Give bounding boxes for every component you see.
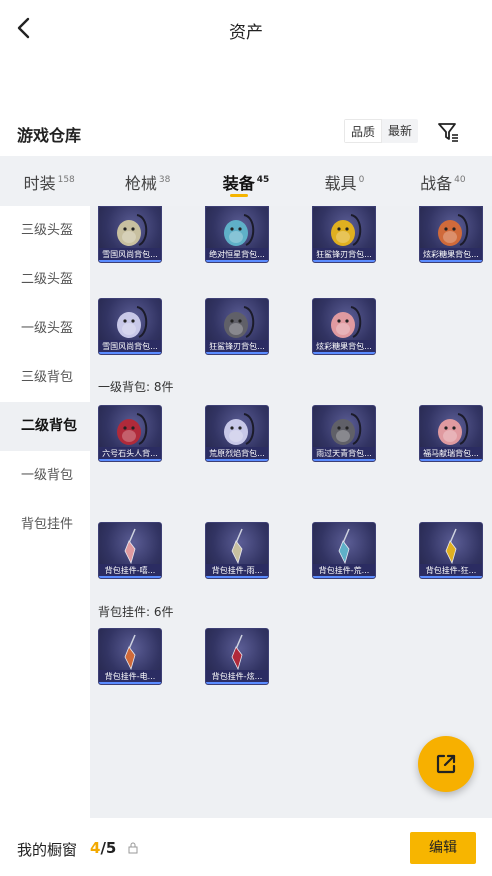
item-card-label: 炫彩糖果背包... — [420, 248, 482, 262]
item-card-label: 雨过天青背包... — [313, 447, 375, 461]
item-card-label: 福马献瑞背包... — [420, 447, 482, 461]
tab-firearms-count: 38 — [158, 175, 171, 185]
showcase-current: 4 — [90, 839, 101, 857]
tab-fashion-count: 158 — [57, 175, 75, 185]
sidebar-item-level2-backpack[interactable]: 二级背包 — [0, 402, 90, 451]
assets-page: 资产 游戏仓库 品质 最新 时装 158 枪械 38 装备 45 载具 0 战备 40 三… — [0, 0, 492, 876]
showcase-label: 我的橱窗 — [17, 841, 78, 859]
backpack-icon — [224, 306, 255, 338]
share-button[interactable] — [418, 736, 474, 792]
showcase-count: 4/5 — [90, 839, 116, 857]
item-card[interactable]: 炫彩糖果背包... — [312, 298, 376, 355]
item-card-label: 背包挂件-狂... — [420, 564, 482, 578]
item-card[interactable]: 雪国风尚背包... — [98, 206, 162, 263]
top-bar: 资产 — [0, 0, 492, 60]
sidebar-item-level1-helmet[interactable]: 一级头盔 — [0, 304, 90, 353]
backpack-icon — [331, 214, 362, 246]
charm-icon — [231, 528, 243, 565]
backpack-icon — [117, 306, 148, 338]
backpack-icon — [224, 413, 255, 445]
showcase-total: /5 — [100, 839, 117, 857]
item-card-label: 背包挂件-雨... — [206, 564, 268, 578]
item-card[interactable]: 雪国风尚背包... — [98, 298, 162, 355]
backpack-icon — [331, 413, 362, 445]
charm-icon — [231, 634, 243, 671]
item-grid: 一级背包: 8件 背包挂件: 6件 雨过天青背包...甜蜜菠萝背包...福马献瑞… — [90, 206, 492, 818]
section-label-backpack-charm: 背包挂件: 6件 — [98, 605, 174, 619]
item-card[interactable]: 背包挂件-雨... — [205, 522, 269, 579]
item-card-label: 绝对恒星背包... — [206, 248, 268, 262]
sidebar-item-level1-backpack[interactable]: 一级背包 — [0, 451, 90, 500]
active-tab-indicator — [230, 194, 249, 197]
item-card[interactable]: 狂鲨锋刃背包... — [312, 206, 376, 263]
tab-equipment-count: 45 — [256, 175, 270, 185]
backpack-icon — [117, 214, 148, 246]
item-card-label: 背包挂件-炫... — [206, 670, 268, 684]
item-card-label: 荒原烈焰背包... — [206, 447, 268, 461]
filter-icon — [438, 123, 458, 142]
tab-supplies-count: 40 — [454, 175, 466, 185]
warehouse-bar: 游戏仓库 品质 最新 — [0, 116, 492, 152]
sort-quality-option[interactable]: 品质 — [344, 119, 383, 143]
share-icon — [436, 754, 456, 774]
item-card[interactable]: 狂鲨锋刃背包... — [205, 298, 269, 355]
item-card[interactable]: 背包挂件-炫... — [205, 628, 269, 685]
charm-icon — [124, 528, 136, 565]
edit-button[interactable]: 编辑 — [410, 832, 476, 864]
item-card-label: 背包挂件-电... — [99, 670, 161, 684]
tab-fashion-label: 时装 — [23, 174, 56, 193]
sidebar-item-level3-backpack[interactable]: 三级背包 — [0, 353, 90, 402]
item-card-label: 炫彩糖果背包... — [313, 340, 375, 354]
item-card-label: 雪国风尚背包... — [99, 340, 161, 354]
sidebar-item-level3-helmet[interactable]: 三级头盔 — [0, 206, 90, 255]
item-card[interactable]: 背包挂件-荒... — [312, 522, 376, 579]
sub-category-sidebar: 三级头盔 二级头盔 一级头盔 三级背包 二级背包 一级背包 背包挂件 — [0, 206, 90, 818]
tab-supplies[interactable]: 战备 40 — [394, 156, 492, 206]
item-card-label: 狂鲨锋刃背包... — [313, 248, 375, 262]
sidebar-item-backpack-charm[interactable]: 背包挂件 — [0, 500, 90, 549]
backpack-icon — [224, 214, 255, 246]
backpack-icon — [438, 413, 469, 445]
tab-vehicles-count: 0 — [358, 175, 365, 185]
item-card[interactable]: 六号石头人背... — [98, 405, 162, 462]
backpack-icon — [438, 214, 469, 246]
item-card[interactable]: 背包挂件-嘻... — [98, 522, 162, 579]
item-card-label: 背包挂件-嘻... — [99, 564, 161, 578]
tab-firearms[interactable]: 枪械 38 — [98, 156, 196, 206]
warehouse-title: 游戏仓库 — [17, 126, 82, 145]
showcase-bar: 我的橱窗 4/5 编辑 — [0, 818, 492, 876]
tab-fashion[interactable]: 时装 158 — [0, 156, 98, 206]
item-card-label: 雪国风尚背包... — [99, 248, 161, 262]
charm-icon — [124, 634, 136, 671]
backpack-icon — [117, 413, 148, 445]
backpack-icon — [331, 306, 362, 338]
item-card[interactable]: 炫彩糖果背包... — [419, 206, 483, 263]
sort-toggle: 品质 最新 — [344, 119, 419, 143]
charm-icon — [445, 528, 457, 565]
item-card-label: 狂鲨锋刃背包... — [206, 340, 268, 354]
lock-icon — [128, 842, 138, 854]
page-title: 资产 — [229, 23, 263, 43]
tab-vehicles-label: 载具 — [324, 174, 357, 193]
item-card[interactable]: 绝对恒星背包... — [205, 206, 269, 263]
tab-vehicles[interactable]: 载具 0 — [295, 156, 393, 206]
tab-supplies-label: 战备 — [420, 174, 453, 193]
filter-button[interactable] — [436, 120, 462, 144]
item-card[interactable]: 背包挂件-狂... — [419, 522, 483, 579]
sidebar-item-level2-helmet[interactable]: 二级头盔 — [0, 255, 90, 304]
item-card[interactable]: 荒原烈焰背包... — [205, 405, 269, 462]
item-card[interactable]: 背包挂件-电... — [98, 628, 162, 685]
tab-equipment[interactable]: 装备 45 — [197, 156, 295, 206]
item-card[interactable]: 福马献瑞背包... — [419, 405, 483, 462]
item-card-label: 六号石头人背... — [99, 447, 161, 461]
sort-newest-option[interactable]: 最新 — [382, 119, 419, 143]
item-card-label: 背包挂件-荒... — [313, 564, 375, 578]
charm-icon — [338, 528, 350, 565]
tab-equipment-label: 装备 — [222, 174, 255, 193]
item-card[interactable]: 雨过天青背包... — [312, 405, 376, 462]
category-tabs: 时装 158 枪械 38 装备 45 载具 0 战备 40 — [0, 156, 492, 206]
tab-firearms-label: 枪械 — [124, 174, 157, 193]
section-label-level1-backpack: 一级背包: 8件 — [98, 380, 174, 394]
